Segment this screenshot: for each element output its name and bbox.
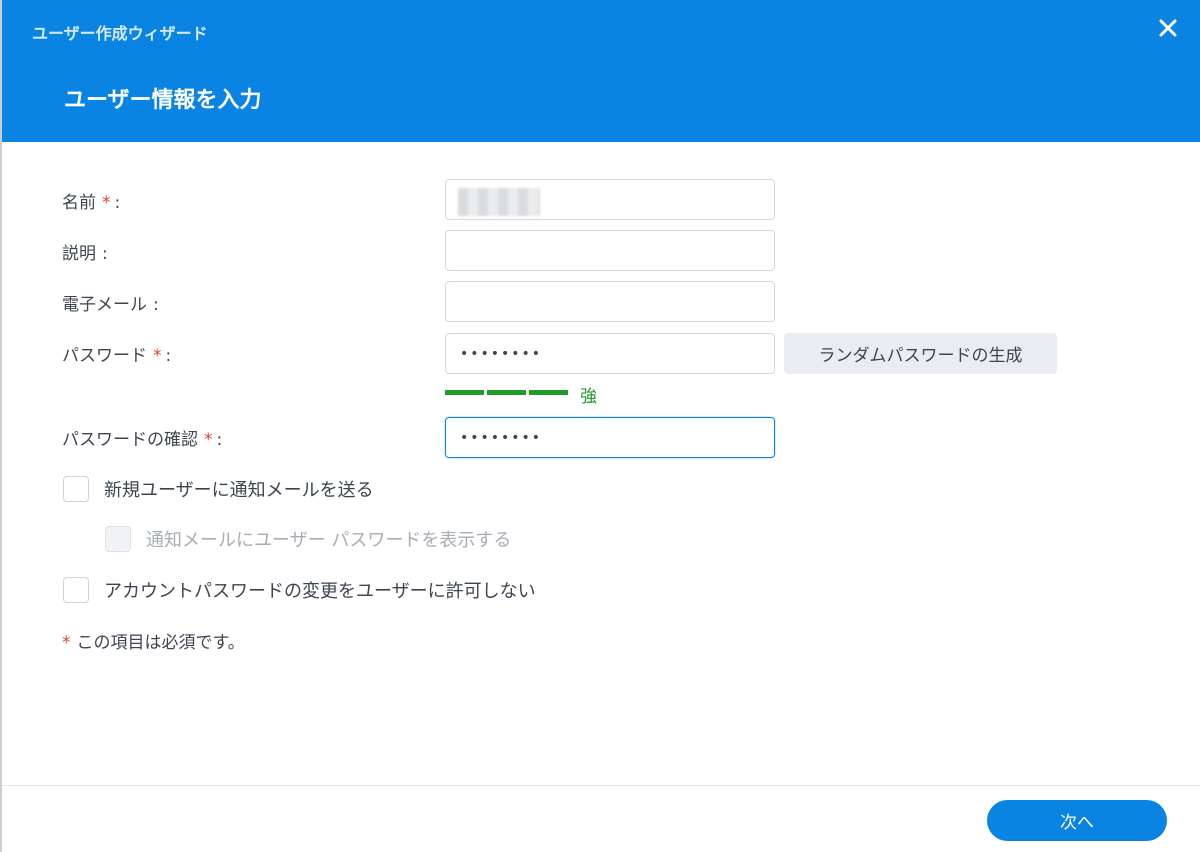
generate-password-button[interactable]: ランダムパスワードの生成 <box>784 333 1057 374</box>
name-label: 名前 *: <box>62 193 121 213</box>
strength-bar-segment <box>529 390 568 395</box>
required-marker: * <box>102 193 111 213</box>
description-label: 説明: <box>62 244 108 264</box>
footer-divider <box>2 785 1200 786</box>
confirm-password-label: パスワードの確認 *: <box>62 430 223 450</box>
disallow-password-change-label: アカウントパスワードの変更をユーザーに許可しない <box>104 581 536 602</box>
strength-bar-segment <box>487 390 526 395</box>
required-marker: * <box>153 346 162 366</box>
show-password-checkbox <box>105 526 131 552</box>
required-note: * この項目は必須です。 <box>62 633 245 653</box>
wizard-header: ユーザー作成ウィザード ユーザー情報を入力 <box>2 0 1200 142</box>
close-button[interactable] <box>1156 16 1180 40</box>
window-title: ユーザー作成ウィザード <box>32 24 208 43</box>
strength-bar-segment <box>445 390 484 395</box>
password-field[interactable] <box>445 333 775 374</box>
notify-email-checkbox[interactable] <box>63 476 89 502</box>
email-label: 電子メール: <box>62 295 159 315</box>
page-title: ユーザー情報を入力 <box>64 88 262 113</box>
name-value-redacted <box>458 188 540 216</box>
disallow-password-change-option[interactable]: アカウントパスワードの変更をユーザーに許可しない <box>63 577 536 603</box>
show-password-option: 通知メールにユーザー パスワードを表示する <box>105 526 511 552</box>
notify-email-label: 新規ユーザーに通知メールを送る <box>104 480 374 501</box>
next-button[interactable]: 次へ <box>987 800 1167 841</box>
description-field[interactable] <box>445 230 775 271</box>
required-marker: * <box>62 633 71 653</box>
required-marker: * <box>204 430 213 450</box>
close-icon <box>1159 19 1177 37</box>
disallow-password-change-checkbox[interactable] <box>63 577 89 603</box>
email-field[interactable] <box>445 281 775 322</box>
confirm-password-field[interactable] <box>445 417 775 458</box>
password-label: パスワード *: <box>62 346 172 366</box>
show-password-label: 通知メールにユーザー パスワードを表示する <box>146 530 512 551</box>
notify-email-option[interactable]: 新規ユーザーに通知メールを送る <box>63 476 374 502</box>
strength-label: 強 <box>580 387 597 407</box>
